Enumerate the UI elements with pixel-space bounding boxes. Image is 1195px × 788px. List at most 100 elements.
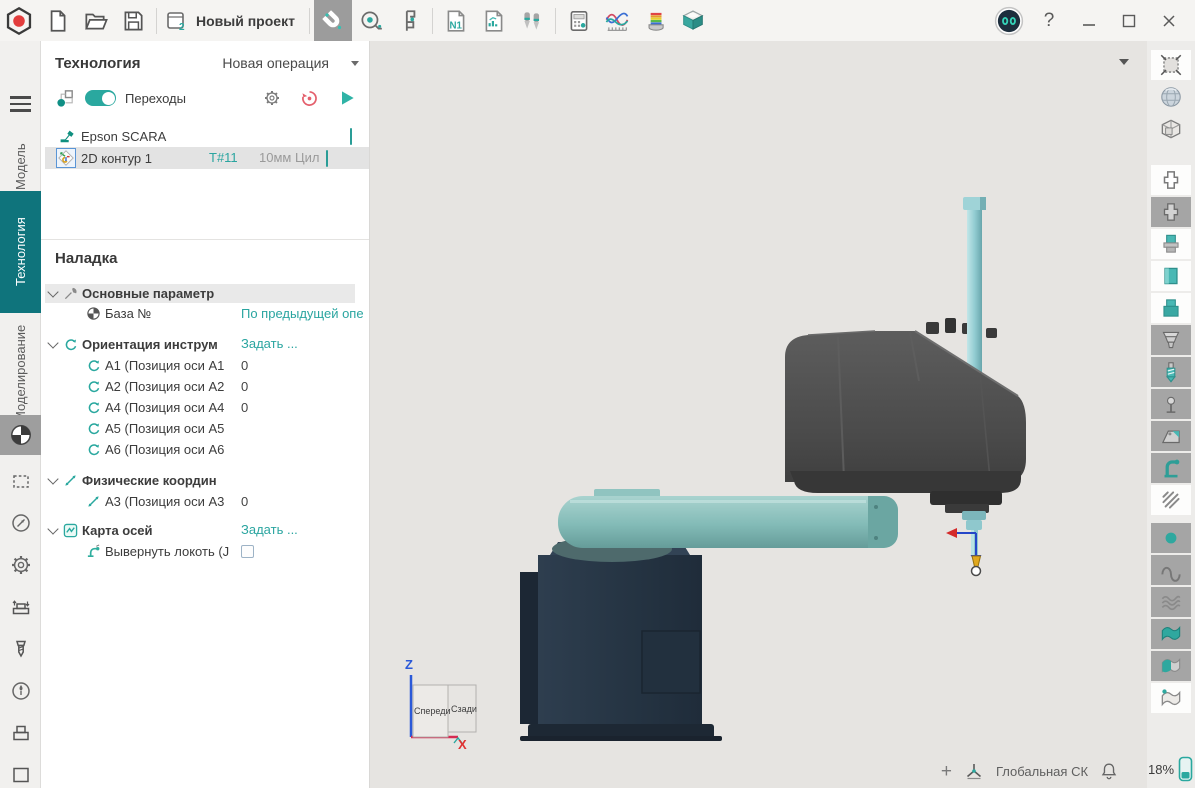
new-project-button[interactable]: 2 Новый проект [161, 0, 305, 41]
gauge-button[interactable] [0, 677, 41, 705]
show-machine-button[interactable] [1151, 453, 1191, 483]
param-group-axis-map[interactable]: Карта осей Задать ... [45, 520, 369, 541]
set-axis-map-link[interactable]: Задать ... [241, 522, 298, 537]
show-stock-button[interactable] [1151, 165, 1191, 195]
show-probe-button[interactable] [1151, 389, 1191, 419]
chevron-expanded-icon[interactable] [47, 337, 58, 348]
machining-graphs-button[interactable] [598, 0, 636, 41]
report-button[interactable] [475, 0, 513, 41]
zoom-indicator[interactable]: 18% [1147, 756, 1195, 782]
save-button[interactable] [114, 0, 152, 41]
param-group-tool-orientation[interactable]: Ориентация инструм Задать ... [45, 334, 369, 355]
chevron-expanded-icon[interactable] [47, 473, 58, 484]
navigation-compass-button[interactable] [0, 509, 41, 537]
window-maximize-button[interactable] [1109, 0, 1149, 41]
shaded-view-button[interactable] [1151, 82, 1191, 112]
show-mesh-half-button[interactable] [1151, 651, 1191, 681]
tab-technology[interactable]: Технология [0, 191, 41, 313]
show-fixture-button[interactable] [1151, 325, 1191, 355]
main-menu-button[interactable] [0, 91, 41, 117]
show-tool-button[interactable] [1151, 357, 1191, 387]
new-file-button[interactable] [38, 0, 76, 41]
tree-row-machine[interactable]: Epson SCARA [45, 125, 369, 147]
show-mesh-outline-button[interactable] [1151, 683, 1191, 713]
show-points-button[interactable] [1151, 523, 1191, 553]
tab-modeling[interactable]: Моделирование [0, 317, 41, 429]
show-curves-button[interactable] [1151, 555, 1191, 585]
show-part-button[interactable] [1151, 293, 1191, 323]
param-row-a2[interactable]: A2 (Позиция оси A2 0 [45, 376, 369, 397]
snap-magnet-button[interactable] [314, 0, 352, 41]
operation-tool-info[interactable]: 10мм Цил [259, 150, 319, 165]
param-row-a6[interactable]: A6 (Позиция оси A6 [45, 439, 369, 460]
nc-program-button[interactable]: N1 [437, 0, 475, 41]
show-surfaces-button[interactable] [1151, 587, 1191, 617]
stock-solid-icon [1158, 199, 1184, 225]
param-row-a3[interactable]: A3 (Позиция оси A3 0 [45, 491, 369, 512]
operation-visibility-checkbox[interactable] [326, 151, 328, 166]
tree-row-operation[interactable]: 2D контур 1 T#11 10мм Цил [45, 147, 369, 169]
window-minimize-button[interactable] [1069, 0, 1109, 41]
operation-dropdown[interactable]: Новая операция [222, 55, 359, 71]
calculator-button[interactable] [560, 0, 598, 41]
stock-button[interactable] [0, 719, 41, 747]
operation-tool-id[interactable]: T#11 [209, 150, 238, 165]
workpiece-mode-button[interactable] [0, 415, 41, 455]
show-stock-solid-button[interactable] [1151, 197, 1191, 227]
chevron-expanded-icon[interactable] [47, 286, 58, 297]
material-box-button[interactable] [674, 0, 712, 41]
settings-button[interactable] [0, 551, 41, 579]
base-value[interactable]: По предыдущей опе [241, 306, 364, 321]
coordinate-system-label[interactable]: Глобальная СК [996, 764, 1088, 779]
a4-value[interactable]: 0 [241, 400, 248, 415]
machine-scheme-button[interactable] [0, 593, 41, 621]
tool-library-button[interactable] [513, 0, 551, 41]
recalculate-button[interactable] [299, 88, 320, 109]
set-orientation-link[interactable]: Задать ... [241, 336, 298, 351]
wireframe-box-button[interactable] [1151, 114, 1191, 144]
a2-value[interactable]: 0 [241, 379, 248, 394]
tab-model[interactable]: Модель [0, 136, 41, 198]
show-mesh-button[interactable] [1151, 619, 1191, 649]
coordinate-system-icon[interactable] [963, 760, 985, 782]
elbow-checkbox[interactable] [241, 545, 254, 558]
param-row-a5[interactable]: A5 (Позиция оси A5 [45, 418, 369, 439]
show-machine-part-button[interactable] [1151, 421, 1191, 451]
viewport-menu-chevron-icon[interactable] [1119, 59, 1129, 65]
open-file-button[interactable] [76, 0, 114, 41]
help-button[interactable]: ? [1029, 0, 1069, 41]
add-cs-button[interactable]: + [941, 762, 952, 781]
selection-mode-button[interactable] [0, 467, 41, 495]
a3-value[interactable]: 0 [241, 494, 248, 509]
param-row-elbow[interactable]: Вывернуть локоть (J [45, 541, 369, 562]
param-group-main[interactable]: Основные параметр [45, 284, 355, 303]
run-simulation-button[interactable] [337, 88, 357, 108]
param-row-a4[interactable]: A4 (Позиция оси A4 0 [45, 397, 369, 418]
transitions-toggle[interactable] [85, 90, 116, 106]
rotate-axis-icon [63, 337, 78, 352]
operation-settings-button[interactable] [262, 88, 282, 108]
caliper-button[interactable] [390, 0, 428, 41]
measure-tape-button[interactable] [352, 0, 390, 41]
show-part-stock-button[interactable] [1151, 229, 1191, 259]
param-row-a1[interactable]: A1 (Позиция оси A1 0 [45, 355, 369, 376]
machine-visibility-checkbox[interactable] [350, 129, 352, 144]
param-group-physical-coords[interactable]: Физические координ [45, 470, 369, 491]
param-row-base[interactable]: База № По предыдущей опе [45, 303, 369, 324]
show-hatching-button[interactable] [1151, 485, 1191, 515]
tool-button[interactable] [0, 635, 41, 663]
fit-view-button[interactable] [1151, 50, 1191, 80]
robot-arm-link2[interactable] [785, 331, 1026, 513]
layers-stack-button[interactable] [636, 0, 674, 41]
chevron-expanded-icon[interactable] [47, 523, 58, 534]
robot-base[interactable] [520, 542, 722, 741]
notifications-bell-icon[interactable] [1099, 761, 1119, 781]
show-cylinder-button[interactable] [1151, 261, 1191, 291]
viewport-3d[interactable]: Z Спереди Сзади X + Глобальная СК [370, 41, 1147, 788]
view-cube[interactable]: Z Спереди Сзади X [400, 653, 510, 763]
a1-value[interactable]: 0 [241, 358, 248, 373]
window-close-button[interactable] [1149, 0, 1189, 41]
workspace-button[interactable] [0, 761, 41, 788]
robot-arm-link1[interactable] [558, 489, 898, 548]
assistant-button[interactable] [989, 0, 1029, 41]
